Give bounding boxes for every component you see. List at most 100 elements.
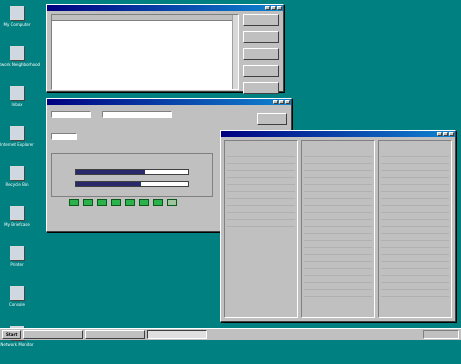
info-row (304, 290, 372, 297)
info-window-titlebar[interactable] (221, 131, 455, 137)
connections-list[interactable] (51, 14, 239, 90)
table-cell (79, 28, 106, 35)
table-cell (158, 63, 185, 70)
info-row (304, 206, 372, 213)
column-header[interactable] (105, 15, 132, 20)
table-row[interactable] (52, 63, 238, 70)
table-row[interactable] (52, 70, 238, 77)
table-cell (185, 56, 212, 63)
table-cell (132, 49, 159, 56)
gauge-1 (75, 169, 189, 175)
info-window[interactable] (220, 130, 456, 322)
info-row (304, 171, 372, 178)
table-row[interactable] (52, 28, 238, 35)
info-row (381, 192, 449, 199)
action-button[interactable] (243, 48, 279, 60)
table-cell (52, 63, 79, 70)
channel-leds (51, 199, 177, 206)
table-cell (52, 42, 79, 49)
info-row (227, 157, 295, 164)
column-header[interactable] (52, 15, 79, 20)
table-cell (132, 70, 159, 77)
info-column-title (227, 143, 295, 150)
table-row[interactable] (52, 49, 238, 56)
info-row (227, 213, 295, 220)
table-cell (79, 21, 106, 28)
info-row (381, 255, 449, 262)
gauge-2 (75, 181, 189, 187)
info-column-1 (224, 140, 298, 318)
desktop-icon[interactable]: Internet Explorer (0, 124, 34, 164)
close-button[interactable] (449, 132, 454, 136)
field1-value[interactable] (51, 111, 91, 118)
info-row (227, 171, 295, 178)
table-row[interactable] (52, 21, 238, 28)
taskbar-task-button[interactable] (147, 330, 208, 339)
desktop-icon[interactable]: Printer (4, 244, 30, 284)
taskbar-task-button[interactable] (85, 330, 146, 339)
taskbar: Start (0, 328, 461, 340)
column-header[interactable] (185, 15, 212, 20)
desktop-icon[interactable]: Console (4, 284, 30, 324)
desktop-icon[interactable]: Network Neighborhood (0, 44, 40, 84)
info-row (381, 269, 449, 276)
minimize-button[interactable] (265, 6, 270, 10)
status-side-button[interactable] (257, 113, 287, 125)
table-cell (158, 49, 185, 56)
computer-icon (10, 6, 24, 20)
minimize-button[interactable] (437, 132, 442, 136)
action-button[interactable] (243, 14, 279, 26)
table-cell (158, 21, 185, 28)
minimize-button[interactable] (273, 100, 278, 104)
action-button[interactable] (243, 31, 279, 43)
gauge-2-fill (76, 182, 141, 186)
info-row (381, 290, 449, 297)
table-cell (52, 56, 79, 63)
desktop-icon[interactable]: My Briefcase (4, 204, 30, 244)
desktop-icon-label: Printer (10, 262, 24, 267)
connections-window-titlebar[interactable] (47, 5, 283, 11)
table-cell (132, 35, 159, 42)
list-scrollbar[interactable] (232, 15, 238, 89)
maximize-button[interactable] (279, 100, 284, 104)
info-row (227, 185, 295, 192)
close-button[interactable] (277, 6, 282, 10)
info-row (381, 283, 449, 290)
column-header[interactable] (158, 15, 185, 20)
action-button[interactable] (243, 65, 279, 77)
status-window-titlebar[interactable] (47, 99, 291, 105)
table-cell (132, 63, 159, 70)
info-column-2 (301, 140, 375, 318)
taskbar-task-button[interactable] (23, 330, 84, 339)
info-row (304, 234, 372, 241)
connections-window[interactable] (46, 4, 284, 94)
info-row (304, 185, 372, 192)
column-header[interactable] (132, 15, 159, 20)
table-cell (158, 56, 185, 63)
desktop-icon[interactable]: My Computer (4, 4, 31, 44)
table-row[interactable] (52, 35, 238, 42)
info-row (381, 157, 449, 164)
table-cell (185, 49, 212, 56)
maximize-button[interactable] (271, 6, 276, 10)
desktop-icon-label: My Briefcase (4, 222, 30, 227)
desktop-icon-label: Network Monitor (0, 342, 34, 347)
info-column-title (381, 143, 449, 150)
info-row (304, 199, 372, 206)
info-row (381, 227, 449, 234)
column-header[interactable] (79, 15, 106, 20)
desktop-icon[interactable]: Inbox (4, 84, 30, 124)
table-cell (105, 35, 132, 42)
table-row[interactable] (52, 56, 238, 63)
desktop-icon[interactable]: Recycle Bin (4, 164, 30, 204)
info-row (304, 227, 372, 234)
start-button[interactable]: Start (2, 330, 22, 339)
maximize-button[interactable] (443, 132, 448, 136)
field2-value[interactable] (102, 111, 173, 118)
table-cell (52, 70, 79, 77)
close-button[interactable] (285, 100, 290, 104)
action-button[interactable] (243, 82, 279, 94)
clock[interactable] (423, 330, 459, 339)
table-cell (158, 70, 185, 77)
table-row[interactable] (52, 42, 238, 49)
